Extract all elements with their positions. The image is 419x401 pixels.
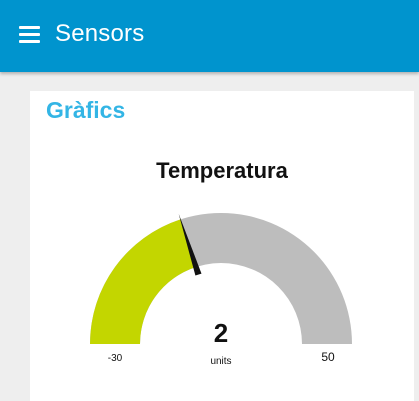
gauge-value: 2: [214, 318, 228, 348]
gauge-min-label: -30: [108, 353, 123, 364]
top-toolbar: Sensors: [0, 0, 419, 72]
gauge-fill-arc: [90, 219, 196, 344]
gauge-units: units: [210, 356, 231, 367]
hamburger-menu-icon[interactable]: [19, 26, 41, 44]
temperature-gauge: 2 units -30 50: [90, 213, 352, 367]
group-card: Gràfics Temperatura 2 units -30 50: [30, 91, 414, 401]
page-title: Sensors: [55, 20, 145, 47]
gauge-max-label: 50: [321, 350, 335, 364]
